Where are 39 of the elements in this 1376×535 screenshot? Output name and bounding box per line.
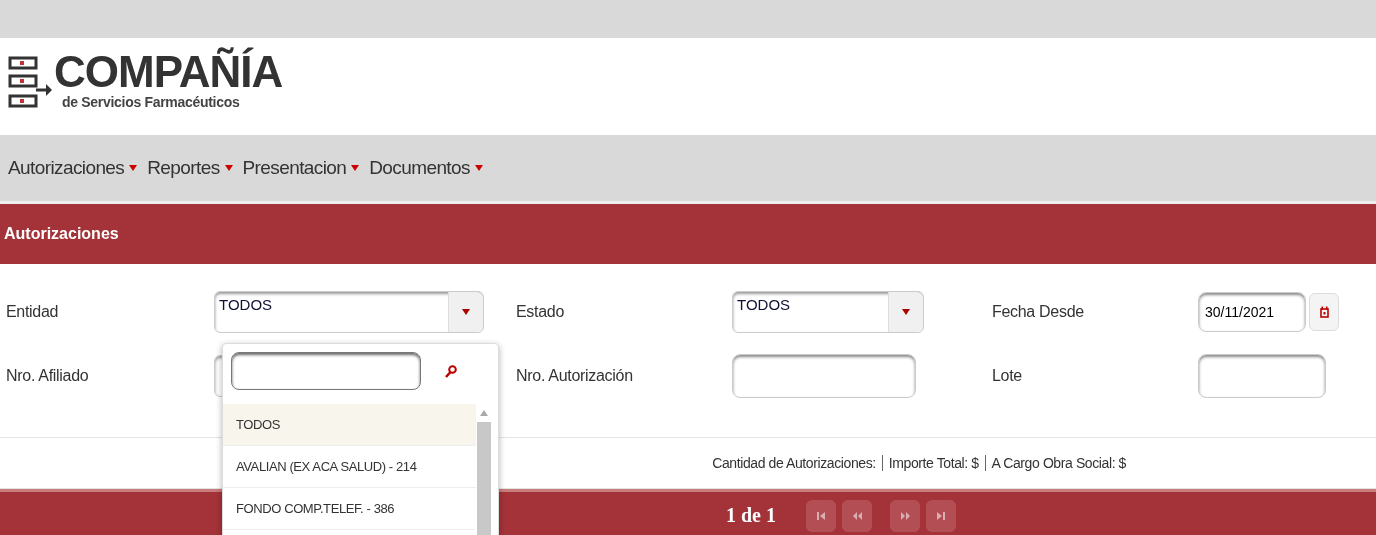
caret-icon (462, 309, 470, 315)
caret-icon (902, 309, 910, 315)
rewind-icon (852, 511, 862, 520)
field-label: Lote (992, 367, 1023, 385)
page-indicator: 1 de 1 (726, 504, 776, 527)
field-label: Fecha Desde (992, 303, 1085, 321)
last-page-icon (937, 511, 945, 520)
dropdown-option[interactable]: TODOS (223, 404, 476, 446)
menu-item[interactable]: Reportes (147, 157, 233, 179)
search-field[interactable] (231, 352, 421, 390)
field-label: Nro. Autorización (516, 367, 634, 385)
field-label: Nro. Afiliado (6, 367, 90, 385)
section-header: Autorizaciones (0, 204, 1376, 264)
caret-icon (351, 165, 360, 171)
select-field[interactable]: TODOS (214, 291, 484, 333)
caret-icon (129, 165, 138, 171)
summary-text: Cantidad de Autorizaciones: (711, 455, 877, 471)
summary-text: A Cargo Obra Social: $ (984, 455, 1132, 471)
caret-icon (474, 165, 483, 171)
fast-forward-icon (900, 511, 910, 520)
caret-icon (224, 165, 233, 171)
calendar-button[interactable] (1309, 293, 1339, 331)
menu-item[interactable]: Presentacion (242, 157, 360, 179)
search-icon[interactable] (445, 364, 457, 378)
dropdown-option[interactable]: FONDO COMP.TELEF. - 386 (223, 488, 476, 530)
text-field[interactable] (1198, 354, 1326, 398)
field-label: Entidad (6, 303, 60, 321)
logo-subtitle: de Servicios Farmacéuticos (62, 94, 241, 110)
field-label: Estado (516, 303, 565, 321)
text-field[interactable] (732, 354, 916, 398)
menu-item[interactable]: Autorizaciones (8, 157, 138, 179)
calendar-icon (1319, 306, 1329, 318)
dropdown-option[interactable]: AVALIAN (EX ACA SALUD) - 214 (223, 446, 476, 488)
menu-item[interactable]: Documentos (369, 157, 483, 179)
date-field[interactable]: 30/11/2021 (1198, 292, 1306, 332)
select-field[interactable]: TODOS (732, 291, 924, 333)
summary-text: Importe Total: $ (881, 455, 985, 471)
scroll-up-icon[interactable] (480, 410, 488, 416)
first-page-icon (817, 511, 825, 520)
